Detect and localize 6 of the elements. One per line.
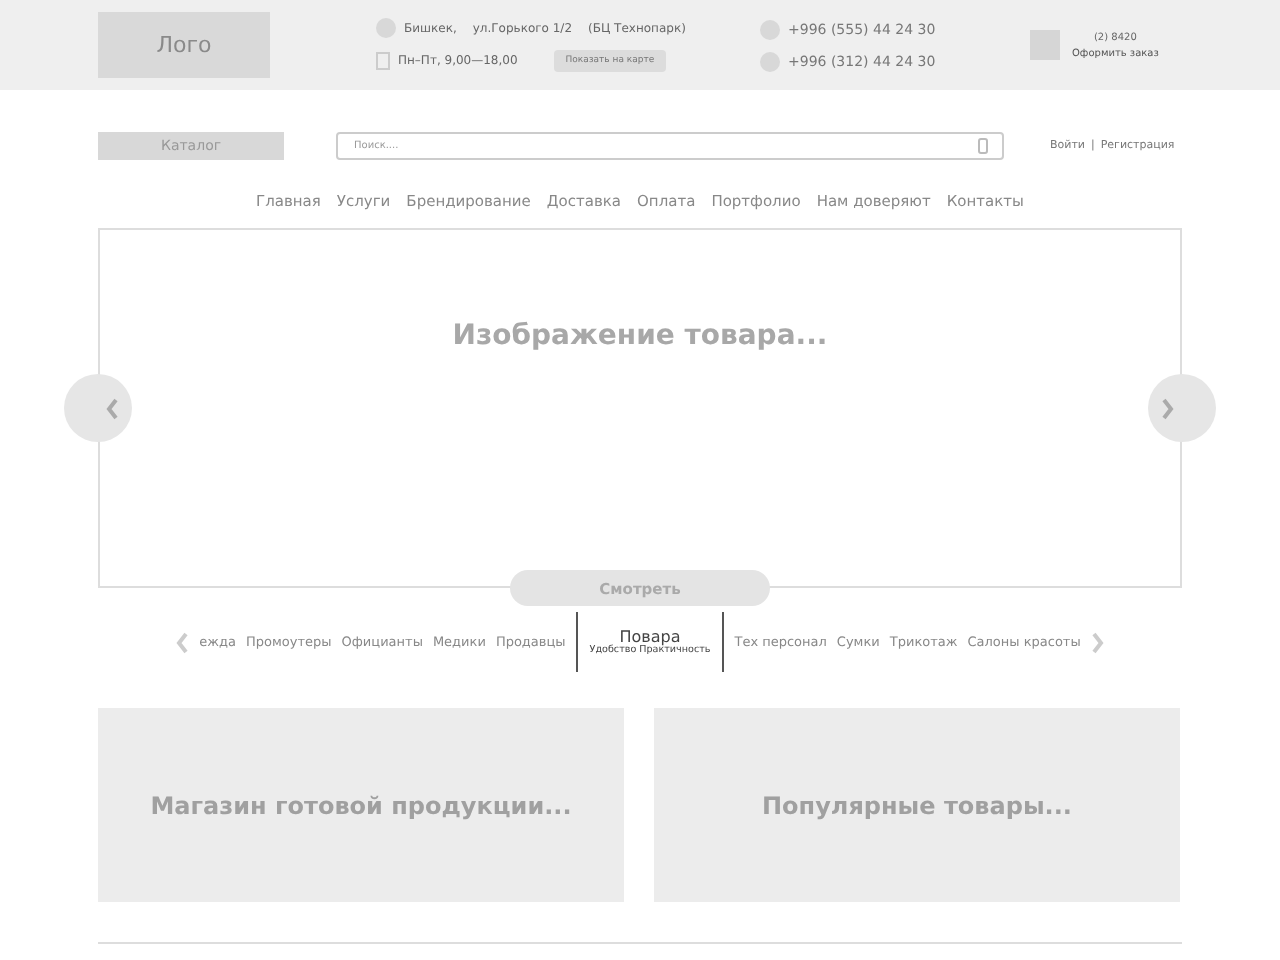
card-title: Популярные товары... (762, 791, 1072, 819)
logo[interactable]: Лого (98, 12, 270, 78)
banner-caption: Изображение товара... (452, 320, 828, 356)
promo-card[interactable]: Популярные товары... (654, 708, 1180, 902)
promo-card[interactable]: Магазин готовой продукции... (98, 708, 624, 902)
card-title: Магазин готовой продукции... (150, 791, 572, 819)
